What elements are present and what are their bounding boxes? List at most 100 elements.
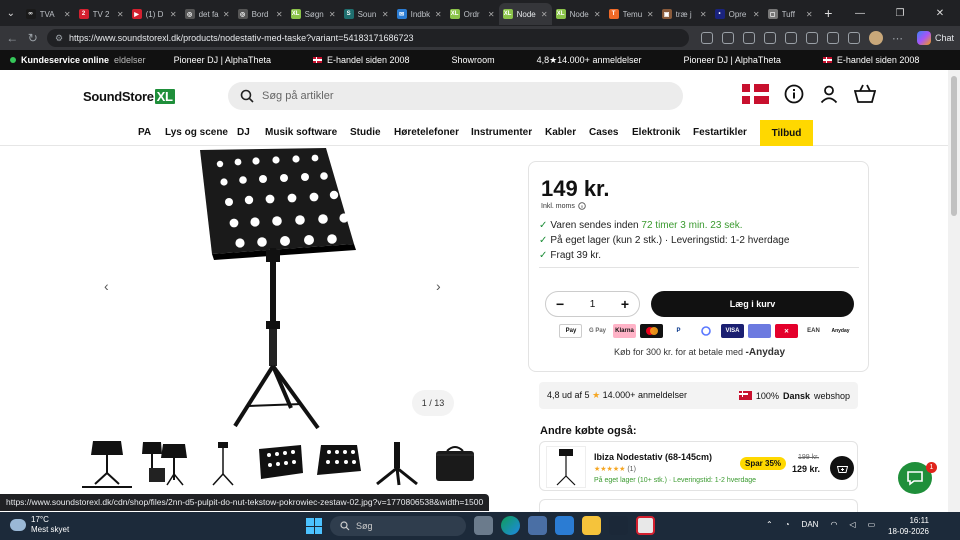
more-icon[interactable]: ⋯ — [892, 32, 903, 45]
related-product-image[interactable] — [546, 446, 586, 488]
nav-pa[interactable]: PA — [138, 127, 151, 138]
tray-expand-icon[interactable]: ⌃ — [766, 520, 773, 529]
thumbnail-4[interactable] — [256, 438, 306, 488]
browser-tab[interactable]: ▶ (1) D ✕ — [128, 3, 181, 25]
steam-icon[interactable] — [609, 516, 628, 535]
nav-festartikler[interactable]: Festartikler — [693, 127, 747, 138]
tab-close-icon[interactable]: ✕ — [700, 10, 707, 19]
info-icon[interactable] — [784, 84, 804, 104]
scrollbar-thumb[interactable] — [951, 76, 957, 216]
app-icon[interactable] — [555, 516, 574, 535]
reload-icon[interactable]: ↻ — [26, 31, 38, 45]
tab-close-icon[interactable]: ✕ — [806, 10, 813, 19]
increase-button[interactable]: + — [621, 296, 629, 312]
tray-app-icon[interactable]: ◔ — [785, 520, 790, 529]
store-icon[interactable] — [528, 516, 547, 535]
browser-tab[interactable]: ◎ det fa ✕ — [181, 3, 234, 25]
nav-studie[interactable]: Studie — [350, 127, 381, 138]
search-input[interactable] — [262, 90, 662, 102]
battery-icon[interactable]: ▭ — [868, 520, 876, 529]
browser-tab[interactable]: ◎ Bord ✕ — [234, 3, 287, 25]
gallery-prev-arrow[interactable]: ‹ — [104, 278, 109, 294]
thumbnail-5[interactable] — [314, 438, 364, 488]
vat-info-icon[interactable] — [578, 202, 586, 210]
split-screen-icon[interactable] — [805, 32, 818, 44]
task-view-icon[interactable] — [474, 516, 493, 535]
nav-kabler[interactable]: Kabler — [545, 127, 576, 138]
thumbnail-2[interactable] — [140, 438, 190, 488]
wifi-icon[interactable]: ◠ — [830, 520, 837, 529]
nav-dj[interactable]: DJ — [237, 127, 250, 138]
related-product-card-2[interactable] — [539, 499, 858, 513]
minimize-icon[interactable]: — — [840, 8, 880, 19]
nav-instrumenter[interactable]: Instrumenter — [471, 127, 532, 138]
browser-tab[interactable]: ∞ TVA ✕ — [22, 3, 75, 25]
tracking-icon[interactable] — [700, 32, 713, 44]
tab-close-icon[interactable]: ✕ — [753, 10, 760, 19]
tab-close-icon[interactable]: ✕ — [64, 10, 71, 19]
browser-tab[interactable]: XL Node ✕ — [498, 3, 552, 25]
file-explorer-icon[interactable] — [582, 516, 601, 535]
profile-avatar[interactable] — [868, 31, 883, 45]
site-info-icon[interactable]: ⚙ — [55, 33, 63, 44]
taskbar-search[interactable]: Søg — [330, 516, 466, 536]
danish-flag-icon[interactable] — [742, 84, 769, 104]
browser-tab[interactable]: XL Ordr ✕ — [446, 3, 499, 25]
thumbnail-1[interactable] — [82, 438, 132, 488]
browser-tab[interactable]: • Opre ✕ — [711, 3, 764, 25]
thumbnail-7[interactable] — [430, 438, 480, 488]
product-main-image[interactable] — [90, 146, 470, 436]
nav-cases[interactable]: Cases — [589, 127, 618, 138]
browser-tab[interactable]: 2 TV 2 ✕ — [75, 3, 128, 25]
volume-icon[interactable]: ◁ — [849, 520, 855, 529]
tab-close-icon[interactable]: ✕ — [541, 10, 548, 19]
tab-close-icon[interactable]: ✕ — [594, 10, 601, 19]
extension-icon[interactable] — [721, 32, 734, 44]
nav-lys-og-scene[interactable]: Lys og scene — [165, 127, 228, 138]
add-to-cart-button[interactable]: Læg i kurv — [651, 291, 854, 317]
cart-icon[interactable] — [854, 84, 876, 104]
browser-tab[interactable]: ▢ Tuff ✕ — [764, 3, 817, 25]
nav-horetelefoner[interactable]: Høretelefoner — [394, 127, 459, 138]
site-search[interactable] — [228, 82, 683, 110]
app-f-icon[interactable] — [636, 516, 655, 535]
tab-close-icon[interactable]: ✕ — [276, 10, 283, 19]
tab-close-icon[interactable]: ✕ — [647, 10, 654, 19]
tab-close-icon[interactable]: ✕ — [488, 10, 495, 19]
tab-close-icon[interactable]: ✕ — [117, 10, 124, 19]
account-icon[interactable] — [819, 84, 839, 104]
favorite-star-icon[interactable] — [763, 32, 776, 44]
tab-search-icon[interactable]: ⌄ — [0, 0, 22, 26]
thumbnail-3[interactable] — [198, 438, 248, 488]
refresh-ext-icon[interactable] — [784, 32, 797, 44]
nav-musik-software[interactable]: Musik software — [265, 127, 337, 138]
decrease-button[interactable]: − — [556, 296, 564, 312]
tab-close-icon[interactable]: ✕ — [223, 10, 230, 19]
browser-tab[interactable]: XL Søgn ✕ — [287, 3, 340, 25]
quantity-value[interactable]: 1 — [590, 299, 596, 310]
close-window-icon[interactable]: ✕ — [920, 8, 960, 19]
nav-tilbud[interactable]: Tilbud — [760, 120, 813, 146]
back-icon[interactable]: ← — [6, 31, 18, 45]
gallery-next-arrow[interactable]: › — [436, 278, 441, 294]
new-tab-button[interactable]: + — [817, 5, 840, 21]
start-button[interactable] — [306, 518, 322, 534]
browser-tab[interactable]: ▣ træ j ✕ — [658, 3, 711, 25]
thumbnail-6[interactable] — [372, 438, 422, 488]
page-scrollbar[interactable] — [948, 70, 960, 512]
nav-elektronik[interactable]: Elektronik — [632, 127, 680, 138]
edge-icon[interactable] — [501, 516, 520, 535]
browser-tab[interactable]: XL Node ✕ — [552, 3, 605, 25]
favorites-icon[interactable] — [826, 32, 839, 44]
language-indicator[interactable]: DAN — [802, 520, 819, 529]
tab-close-icon[interactable]: ✕ — [170, 10, 177, 19]
tab-close-icon[interactable]: ✕ — [329, 10, 336, 19]
site-logo[interactable]: SoundStore XL — [83, 89, 175, 104]
related-product-title[interactable]: Ibiza Nodestativ (68-145cm) — [594, 452, 712, 462]
tab-close-icon[interactable]: ✕ — [382, 10, 389, 19]
browser-tab[interactable]: T Temu ✕ — [605, 3, 658, 25]
weather-widget[interactable]: 17°C Mest skyet — [10, 515, 69, 535]
reviews-bar[interactable]: 4,8 ud af 5 ★ 14.000+ anmeldelser 100% Da… — [539, 382, 858, 409]
restore-icon[interactable]: ❐ — [880, 8, 920, 19]
tab-close-icon[interactable]: ✕ — [435, 10, 442, 19]
